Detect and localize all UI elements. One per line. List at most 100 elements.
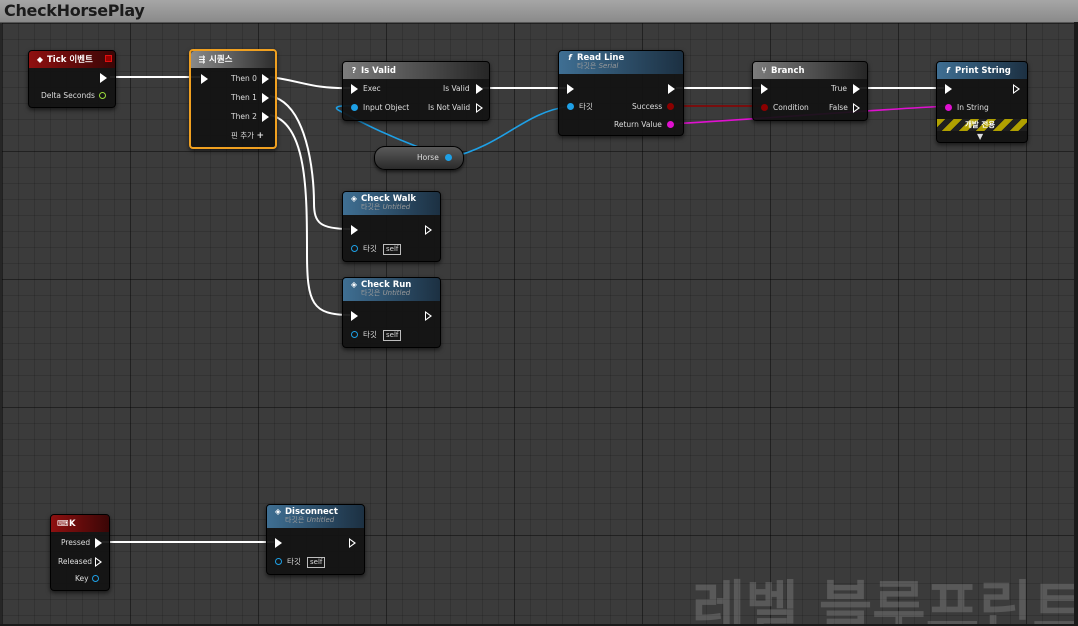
- branch-header: ⑂ Branch: [753, 62, 867, 79]
- then0-label: Then 0: [231, 74, 257, 83]
- check-walk-header: ◈ Check Walk 타깃은 Untitled: [343, 192, 440, 215]
- k-key-event-node[interactable]: ⌨K Pressed Released Key: [50, 514, 110, 591]
- expand-arrow-icon[interactable]: ▼: [977, 132, 983, 141]
- check-walk-exec-in-pin[interactable]: [351, 225, 358, 235]
- is-valid-out-label: Is Valid: [443, 84, 470, 93]
- read-line-exec-in-pin[interactable]: [567, 84, 574, 94]
- check-walk-exec-out-pin[interactable]: [425, 225, 432, 235]
- horse-out-pin[interactable]: [445, 154, 452, 161]
- then2-pin[interactable]: [262, 112, 269, 122]
- condition-pin[interactable]: [761, 104, 768, 111]
- disconnect-target-subtitle: 타깃은 Untitled: [285, 516, 335, 524]
- window-right-border: [1074, 22, 1078, 626]
- exec-label: Exec: [363, 84, 381, 93]
- input-object-label: Input Object: [363, 103, 410, 112]
- check-run-target-label: 타깃: [363, 330, 377, 339]
- then1-pin[interactable]: [262, 93, 269, 103]
- is-valid-header: ? Is Valid: [343, 62, 489, 79]
- then0-pin[interactable]: [262, 74, 269, 84]
- branch-exec-in-pin[interactable]: [761, 84, 768, 94]
- true-pin[interactable]: [853, 84, 860, 94]
- disconnect-self-field[interactable]: self: [307, 557, 326, 568]
- check-run-exec-out-pin[interactable]: [425, 311, 432, 321]
- event-diamond-icon: ◈: [350, 194, 358, 203]
- event-diamond-icon: ◈: [350, 280, 358, 289]
- true-label: True: [831, 84, 847, 93]
- read-line-target-subtitle: 타깃은 Serial: [577, 62, 619, 70]
- check-run-self-field[interactable]: self: [383, 330, 402, 341]
- graph-canvas[interactable]: ◆ Tick 이벤트 Delta Seconds ⇶ 시퀀스 Then 0 Then…: [2, 23, 1074, 624]
- delta-seconds-pin[interactable]: [99, 92, 106, 99]
- read-line-exec-out-pin[interactable]: [668, 84, 675, 94]
- success-pin[interactable]: [667, 103, 674, 110]
- print-exec-in-pin[interactable]: [945, 84, 952, 94]
- horse-variable-node[interactable]: Horse: [374, 146, 464, 170]
- check-run-exec-in-pin[interactable]: [351, 311, 358, 321]
- success-label: Success: [632, 102, 663, 111]
- pressed-pin[interactable]: [95, 538, 102, 548]
- in-string-label: In String: [957, 103, 989, 112]
- function-icon: f: [946, 66, 950, 75]
- sequence-exec-in-pin[interactable]: [201, 74, 208, 84]
- k-key-header: ⌨K: [51, 515, 109, 532]
- dev-only-label: 개발 전용: [965, 120, 996, 129]
- print-exec-out-pin[interactable]: [1013, 84, 1020, 94]
- check-walk-node[interactable]: ◈ Check Walk 타깃은 Untitled 타깃 self: [342, 191, 441, 262]
- is-not-valid-pin[interactable]: [476, 103, 483, 113]
- check-run-target-subtitle: 타깃은 Untitled: [361, 289, 411, 297]
- plus-icon: +: [256, 131, 265, 141]
- horse-label: Horse: [417, 153, 439, 162]
- branch-icon: ⑂: [761, 66, 767, 75]
- is-not-valid-label: Is Not Valid: [428, 103, 471, 112]
- is-valid-node[interactable]: ? Is Valid Exec Is Valid Input Object Is …: [342, 61, 490, 121]
- add-pin-button[interactable]: 핀 추가 +: [231, 131, 264, 141]
- delta-seconds-label: Delta Seconds: [41, 91, 95, 100]
- development-only-banner: 개발 전용: [937, 119, 1027, 131]
- is-valid-out-pin[interactable]: [476, 84, 483, 94]
- then2-label: Then 2: [231, 112, 257, 121]
- disconnect-exec-in-pin[interactable]: [275, 538, 282, 548]
- disconnect-node[interactable]: ◈ Disconnect 타깃은 Untitled 타깃 self: [266, 504, 365, 575]
- disconnect-target-pin[interactable]: [275, 558, 282, 565]
- read-line-header: f Read Line 타깃은 Serial: [559, 51, 683, 74]
- check-walk-self-field[interactable]: self: [383, 244, 402, 255]
- key-pin[interactable]: [92, 575, 99, 582]
- false-pin[interactable]: [853, 103, 860, 113]
- wires-layer: [102, 76, 949, 543]
- sequence-node[interactable]: ⇶ 시퀀스 Then 0 Then 1 Then 2 핀 추가 +: [189, 49, 277, 149]
- branch-node[interactable]: ⑂ Branch True Condition False: [752, 61, 868, 121]
- check-walk-target-pin[interactable]: [351, 245, 358, 252]
- input-object-pin[interactable]: [351, 104, 358, 111]
- print-string-header: f Print String: [937, 62, 1027, 79]
- in-string-pin[interactable]: [945, 104, 952, 111]
- tick-event-header: ◆ Tick 이벤트: [29, 51, 115, 68]
- sequence-icon: ⇶: [198, 55, 206, 64]
- released-pin[interactable]: [95, 557, 102, 567]
- delegate-pin-icon[interactable]: [105, 55, 112, 62]
- print-string-node[interactable]: f Print String In String 개발 전용 ▼: [936, 61, 1028, 143]
- tick-exec-out-pin[interactable]: [100, 73, 107, 83]
- exec-wire-then2-checkrun: [269, 114, 351, 316]
- pressed-label: Pressed: [61, 538, 91, 547]
- keyboard-icon: ⌨: [57, 519, 69, 528]
- blueprint-tab-title: CheckHorsePlay: [0, 0, 1078, 23]
- check-run-node[interactable]: ◈ Check Run 타깃은 Untitled 타깃 self: [342, 277, 441, 348]
- condition-label: Condition: [773, 103, 809, 112]
- blueprint-title: CheckHorsePlay: [4, 1, 145, 20]
- read-line-target-pin[interactable]: [567, 103, 574, 110]
- read-line-node[interactable]: f Read Line 타깃은 Serial 타깃 Success Return …: [558, 50, 684, 136]
- tick-event-node[interactable]: ◆ Tick 이벤트 Delta Seconds: [28, 50, 116, 108]
- level-blueprint-watermark: 레벨 블루프린트: [692, 574, 1074, 624]
- disconnect-exec-out-pin[interactable]: [349, 538, 356, 548]
- check-walk-target-subtitle: 타깃은 Untitled: [361, 203, 411, 211]
- exec-wire-then1-checkwalk: [269, 95, 351, 230]
- disconnect-header: ◈ Disconnect 타깃은 Untitled: [267, 505, 364, 528]
- check-run-header: ◈ Check Run 타깃은 Untitled: [343, 278, 440, 301]
- return-value-pin[interactable]: [667, 121, 674, 128]
- check-run-target-pin[interactable]: [351, 331, 358, 338]
- key-label: Key: [75, 574, 89, 583]
- exec-wire-then0-isvalid: [269, 76, 351, 90]
- is-valid-exec-in-pin[interactable]: [351, 84, 358, 94]
- released-label: Released: [58, 557, 93, 566]
- sequence-header: ⇶ 시퀀스: [191, 51, 275, 68]
